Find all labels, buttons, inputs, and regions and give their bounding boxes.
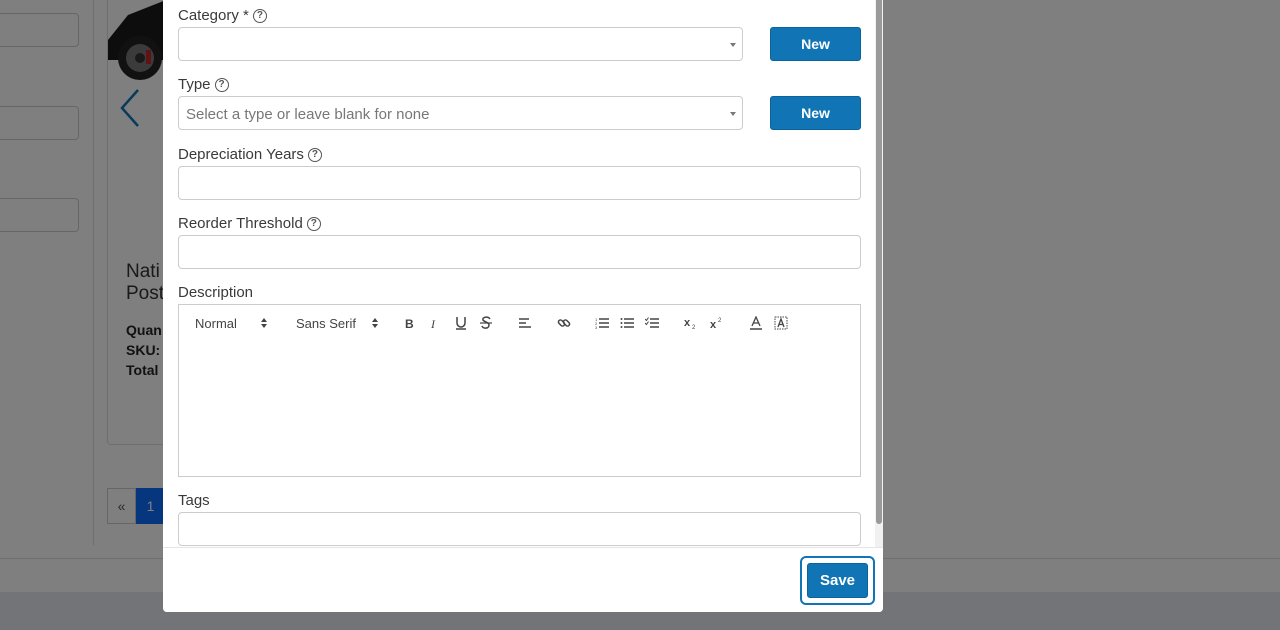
updown-icon — [371, 318, 378, 328]
editor-toolbar: Normal Sans Serif B I 1 2 3 x 2 x 2 — [178, 304, 861, 342]
align-icon[interactable] — [517, 315, 533, 331]
strike-icon[interactable] — [478, 315, 494, 331]
svg-text:B: B — [405, 317, 414, 330]
modal-body: Category * ? New Type ? Select a type or… — [163, 0, 875, 547]
svg-text:3: 3 — [595, 325, 598, 329]
depreciation-years-label: Depreciation Years ? — [178, 146, 322, 163]
svg-text:2: 2 — [718, 318, 722, 324]
help-icon[interactable]: ? — [252, 8, 267, 23]
save-button-focus-ring: Save — [800, 556, 875, 605]
new-category-button[interactable]: New — [770, 27, 861, 61]
check-list-icon[interactable] — [644, 315, 660, 331]
subscript-icon[interactable]: x2 — [683, 315, 699, 331]
new-type-button[interactable]: New — [770, 96, 861, 130]
svg-text:2: 2 — [692, 325, 696, 330]
link-icon[interactable] — [556, 315, 572, 331]
modal-dialog: Category * ? New Type ? Select a type or… — [163, 0, 883, 612]
category-label: Category * ? — [178, 7, 267, 24]
chevron-down-icon — [730, 43, 736, 47]
svg-text:x: x — [684, 317, 691, 329]
ordered-list-icon[interactable]: 123 — [594, 315, 610, 331]
modal-footer: Save — [163, 547, 883, 612]
category-select[interactable] — [178, 27, 743, 61]
italic-icon[interactable]: I — [427, 315, 443, 331]
scrollbar-thumb[interactable] — [876, 0, 882, 524]
updown-icon — [260, 318, 267, 328]
underline-icon[interactable] — [453, 315, 469, 331]
font-select[interactable]: Sans Serif — [296, 305, 378, 341]
type-select[interactable]: Select a type or leave blank for none — [178, 96, 743, 130]
svg-text:I: I — [430, 317, 436, 330]
chevron-down-icon — [730, 112, 736, 116]
background-color-icon[interactable] — [773, 315, 789, 331]
type-label: Type ? — [178, 76, 229, 93]
help-icon[interactable]: ? — [214, 77, 229, 92]
help-icon[interactable]: ? — [306, 216, 321, 231]
text-color-icon[interactable] — [748, 315, 764, 331]
bullet-list-icon[interactable] — [619, 315, 635, 331]
reorder-threshold-label: Reorder Threshold ? — [178, 215, 321, 232]
depreciation-years-input[interactable] — [178, 166, 861, 200]
bold-icon[interactable]: B — [402, 315, 418, 331]
superscript-icon[interactable]: x2 — [709, 315, 725, 331]
description-editor[interactable] — [178, 341, 861, 477]
help-icon[interactable]: ? — [307, 147, 322, 162]
header-select[interactable]: Normal — [195, 305, 267, 341]
type-placeholder: Select a type or leave blank for none — [186, 106, 430, 123]
tags-input[interactable] — [178, 512, 861, 546]
tags-label: Tags — [178, 492, 210, 509]
modal-scrollbar[interactable] — [875, 0, 883, 547]
save-button[interactable]: Save — [807, 563, 868, 598]
reorder-threshold-input[interactable] — [178, 235, 861, 269]
svg-text:x: x — [710, 319, 717, 330]
description-label: Description — [178, 284, 254, 301]
